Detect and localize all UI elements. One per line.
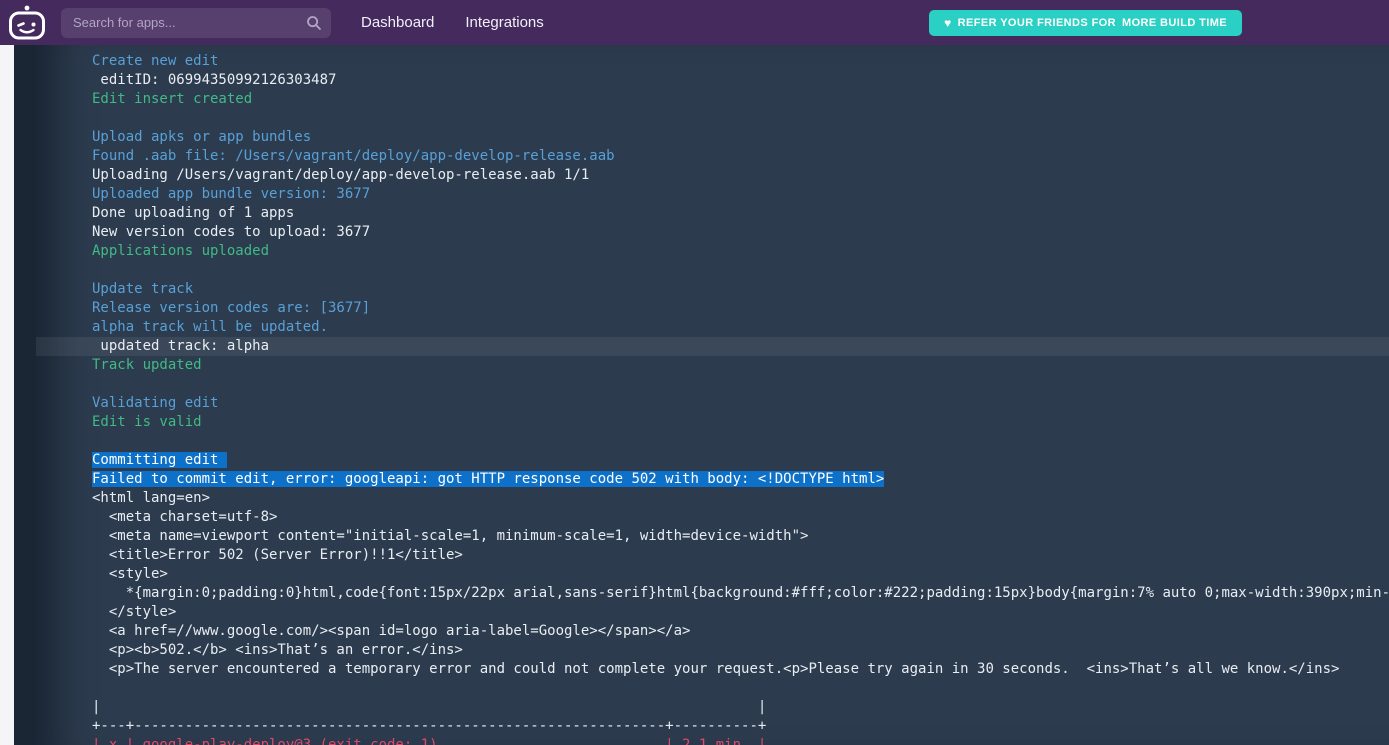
log-line: Release version codes are: [3677] — [92, 300, 371, 316]
log-line: Edit insert created — [92, 91, 253, 107]
log-line: <meta charset=utf-8> — [92, 509, 278, 525]
log-line: updated track: alpha — [36, 337, 1389, 356]
log-line: New version codes to upload: 3677 — [92, 224, 371, 240]
log-line: Upload apks or app bundles — [92, 129, 312, 145]
log-line: | | — [92, 699, 767, 715]
log-line: <html lang=en> — [92, 490, 211, 506]
log-line: <title>Error 502 (Server Error)!!1</titl… — [92, 547, 463, 563]
log-line: <p>The server encountered a temporary er… — [92, 661, 1340, 677]
log-line: <meta name=viewport content="initial-sca… — [92, 528, 809, 544]
refer-label: REFER YOUR FRIENDS FOR — [957, 16, 1116, 29]
log-line: *{margin:0;padding:0}html,code{font:15px… — [125, 585, 1389, 601]
top-navbar: Dashboard Integrations ♥ REFER YOUR FRIE… — [0, 0, 1389, 45]
search-box — [61, 7, 331, 38]
search-input[interactable] — [61, 15, 331, 30]
log-line: Applications uploaded — [92, 243, 270, 259]
log-line: editID: 06994350992126303487 — [92, 72, 337, 88]
selected-text: Committing edit — [92, 452, 227, 468]
refer-friends-button[interactable]: ♥ REFER YOUR FRIENDS FOR MORE BUILD TIME — [929, 9, 1242, 36]
robot-face-icon — [9, 5, 45, 39]
page-body: Create new edit editID: 0699435099212630… — [0, 45, 1389, 745]
page-background-strip — [0, 45, 14, 745]
selected-text: Failed to commit edit, error: googleapi:… — [92, 471, 885, 487]
log-line: Failed to commit edit, error: googleapi:… — [36, 470, 1389, 489]
log-line: <style> — [92, 566, 168, 582]
log-left-gutter — [14, 45, 36, 745]
log-line: <p><b>502.</b> <ins>That’s an error.</in… — [92, 642, 463, 658]
log-line: Done uploading of 1 apps — [92, 205, 295, 221]
log-line: Uploaded app bundle version: 3677 — [92, 186, 371, 202]
search-icon — [307, 15, 321, 30]
primary-nav: Dashboard Integrations — [361, 14, 544, 31]
log-line: </style> — [92, 604, 177, 620]
log-lines: Create new edit editID: 0699435099212630… — [36, 45, 1389, 745]
log-line: +---+-----------------------------------… — [92, 718, 767, 734]
log-line: Committing edit — [36, 451, 1389, 470]
log-line: alpha track will be updated. — [92, 319, 329, 335]
log-line: Validating edit — [92, 395, 219, 411]
build-log-viewport[interactable]: Create new edit editID: 0699435099212630… — [36, 45, 1389, 745]
heart-icon: ♥ — [944, 15, 952, 30]
log-line: Update track — [92, 281, 194, 297]
log-line: Uploading /Users/vagrant/deploy/app-deve… — [92, 167, 590, 183]
log-line: Track updated — [92, 357, 202, 373]
nav-dashboard[interactable]: Dashboard — [361, 14, 434, 31]
log-line: Create new edit — [92, 53, 219, 69]
nav-integrations[interactable]: Integrations — [465, 14, 543, 31]
log-line: Edit is valid — [92, 414, 202, 430]
log-line: | x | google-play-deploy@3 (exit code: 1… — [92, 737, 767, 745]
log-line: Found .aab file: /Users/vagrant/deploy/a… — [92, 148, 615, 164]
bitrise-bot-logo[interactable] — [5, 3, 49, 43]
log-line: <a href=//www.google.com/><span id=logo … — [92, 623, 691, 639]
refer-label-bold: MORE BUILD TIME — [1122, 16, 1227, 29]
